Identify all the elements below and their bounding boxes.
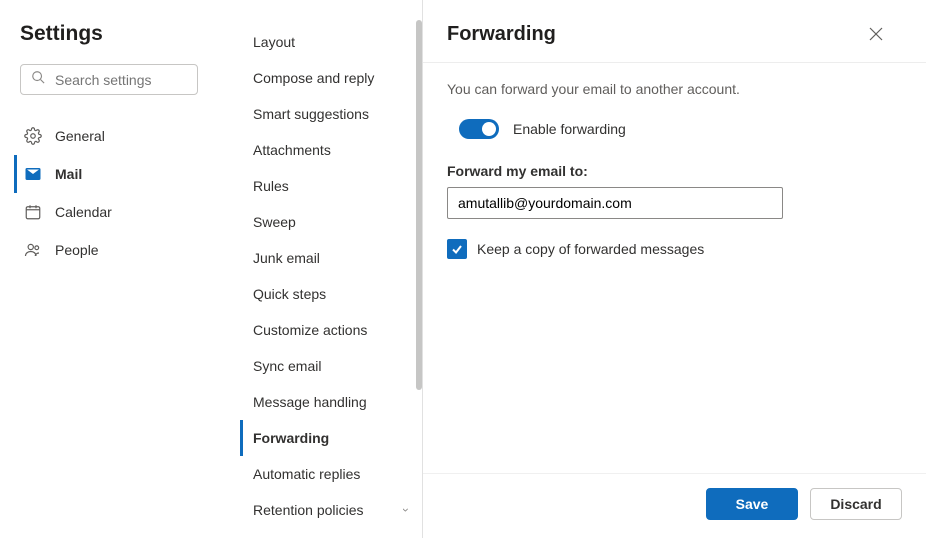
keep-copy-row: Keep a copy of forwarded messages (447, 239, 902, 259)
calendar-icon (23, 202, 43, 222)
close-button[interactable] (862, 20, 890, 48)
page-title: Forwarding (447, 23, 556, 46)
subnav-item-attachments[interactable]: Attachments (240, 132, 412, 168)
mail-subnav: Layout Compose and reply Smart suggestio… (214, 0, 422, 538)
settings-title: Settings (20, 22, 198, 46)
subnav-item-quick-steps[interactable]: Quick steps (240, 276, 412, 312)
sidebar-item-label: Mail (55, 166, 82, 182)
subnav-item-message-handling[interactable]: Message handling (240, 384, 412, 420)
subnav-item-junk-email[interactable]: Junk email (240, 240, 412, 276)
keep-copy-checkbox[interactable] (447, 239, 467, 259)
search-icon (31, 70, 45, 89)
sidebar-item-label: Calendar (55, 204, 112, 220)
main-header: Forwarding (423, 0, 926, 63)
people-icon (23, 240, 43, 260)
sidebar-item-label: General (55, 128, 105, 144)
sidebar-item-label: People (55, 242, 99, 258)
enable-forwarding-toggle[interactable] (459, 119, 499, 139)
subnav-scrollbar[interactable] (414, 20, 422, 420)
sidebar-item-people[interactable]: People (14, 231, 198, 269)
subnav-item-rules[interactable]: Rules (240, 168, 412, 204)
discard-button[interactable]: Discard (810, 488, 902, 520)
enable-forwarding-row: Enable forwarding (459, 119, 902, 139)
save-button[interactable]: Save (706, 488, 798, 520)
subnav-item-layout[interactable]: Layout (240, 24, 412, 60)
search-input[interactable] (53, 71, 187, 89)
subnav-item-sweep[interactable]: Sweep (240, 204, 412, 240)
subnav-item-automatic-replies[interactable]: Automatic replies (240, 456, 412, 492)
gear-icon (23, 126, 43, 146)
sidebar-item-calendar[interactable]: Calendar (14, 193, 198, 231)
subnav-item-compose[interactable]: Compose and reply (240, 60, 412, 96)
main-pane: Forwarding You can forward your email to… (422, 0, 926, 538)
subnav-item-customize-actions[interactable]: Customize actions (240, 312, 412, 348)
subnav-item-forwarding[interactable]: Forwarding (240, 420, 412, 456)
search-box[interactable] (20, 64, 198, 95)
settings-sidebar: Settings General (0, 0, 214, 538)
keep-copy-label: Keep a copy of forwarded messages (477, 241, 704, 257)
sidebar-item-general[interactable]: General (14, 117, 198, 155)
footer: Save Discard (423, 473, 926, 538)
subnav-item-retention-policies[interactable]: Retention policies (240, 492, 412, 528)
enable-forwarding-label: Enable forwarding (513, 121, 626, 137)
mail-icon (23, 164, 43, 184)
forward-to-label: Forward my email to: (447, 163, 902, 179)
subnav-item-sync-email[interactable]: Sync email (240, 348, 412, 384)
subnav-item-smart-suggestions[interactable]: Smart suggestions (240, 96, 412, 132)
main-body: You can forward your email to another ac… (423, 63, 926, 473)
forwarding-description: You can forward your email to another ac… (447, 81, 902, 97)
sidebar-item-mail[interactable]: Mail (14, 155, 198, 193)
forward-to-input[interactable] (447, 187, 783, 219)
settings-dialog: Settings General (0, 0, 926, 538)
